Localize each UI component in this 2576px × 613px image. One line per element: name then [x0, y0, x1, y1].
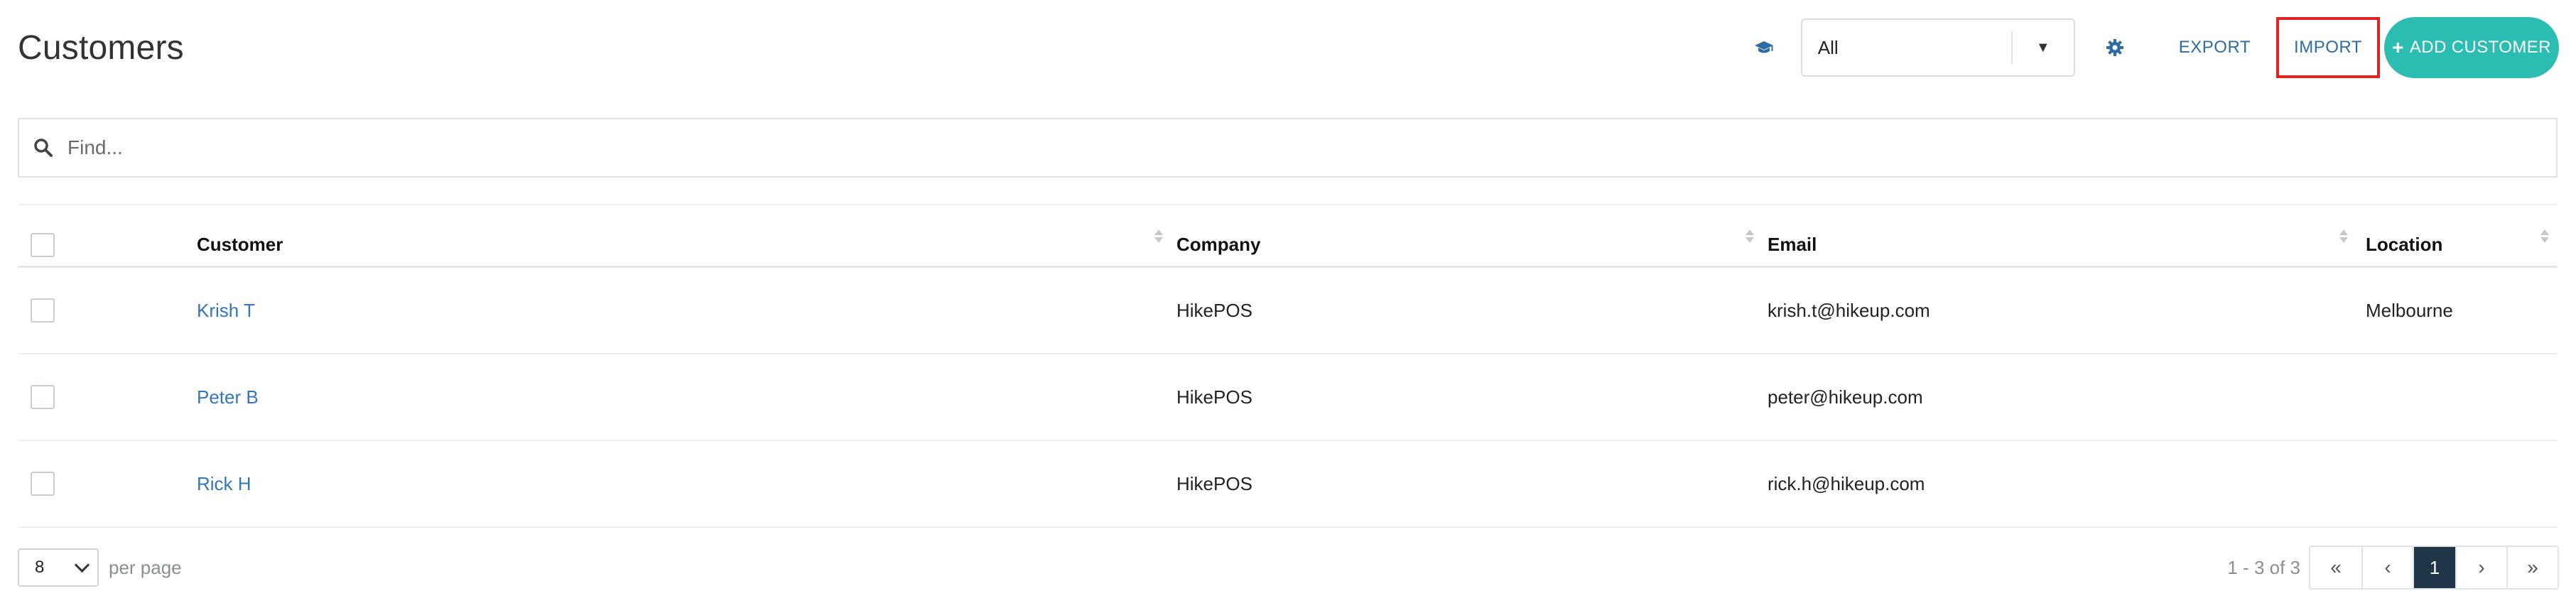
- customers-table: Customer Company Email Location Krish T: [18, 204, 2558, 528]
- pager: « ‹ 1 › »: [2309, 546, 2559, 590]
- search-bar: [18, 118, 2558, 178]
- customer-link[interactable]: Peter B: [197, 386, 259, 408]
- add-customer-label: ADD CUSTOMER: [2409, 38, 2551, 57]
- row-checkbox[interactable]: [31, 385, 55, 409]
- per-page-control: 8 per page: [18, 548, 182, 587]
- customer-link[interactable]: Krish T: [197, 300, 255, 322]
- sort-icon[interactable]: [1746, 229, 1754, 243]
- row-checkbox[interactable]: [31, 472, 55, 496]
- first-page-button[interactable]: «: [2310, 547, 2361, 588]
- sort-icon[interactable]: [2540, 229, 2549, 243]
- row-checkbox-cell: [31, 268, 55, 353]
- header-location[interactable]: Location: [2366, 205, 2442, 266]
- table-header: Customer Company Email Location: [18, 204, 2558, 268]
- header-checkbox-cell: [31, 205, 55, 266]
- current-page-button[interactable]: 1: [2413, 547, 2455, 588]
- header-email-label: Email: [1768, 234, 1817, 255]
- row-checkbox-cell: [31, 354, 55, 440]
- per-page-select[interactable]: 8: [18, 548, 99, 587]
- import-button[interactable]: IMPORT: [2276, 17, 2380, 78]
- chevron-down-icon: [74, 557, 90, 573]
- export-button[interactable]: EXPORT: [2160, 17, 2269, 78]
- add-customer-button[interactable]: + ADD CUSTOMER: [2384, 17, 2559, 78]
- email-cell: krish.t@hikeup.com: [1768, 299, 1930, 321]
- range-text: 1 - 3 of 3: [2227, 556, 2300, 578]
- search-icon: [33, 138, 53, 158]
- company-cell: HikePOS: [1176, 386, 1252, 408]
- table-row: Rick H HikePOS rick.h@hikeup.com: [18, 441, 2558, 528]
- per-page-label: per page: [109, 556, 182, 578]
- filter-select-value: All: [1817, 36, 1839, 58]
- email-cell: peter@hikeup.com: [1768, 386, 1923, 408]
- per-page-value: 8: [35, 558, 45, 577]
- customer-cell: Peter B: [197, 354, 259, 440]
- gear-icon[interactable]: [2095, 28, 2135, 67]
- header-location-label: Location: [2366, 234, 2443, 255]
- company-cell: HikePOS: [1176, 299, 1252, 321]
- customer-link[interactable]: Rick H: [197, 473, 251, 495]
- search-input[interactable]: [66, 126, 2556, 170]
- filter-select[interactable]: All ▼: [1800, 18, 2075, 77]
- header-company[interactable]: Company: [1176, 205, 1260, 266]
- select-all-checkbox[interactable]: [31, 232, 55, 257]
- table-row: Krish T HikePOS krish.t@hikeup.com Melbo…: [18, 268, 2558, 354]
- customer-cell: Krish T: [197, 268, 255, 353]
- location-cell: Melbourne: [2366, 299, 2453, 321]
- dropdown-arrow-icon[interactable]: ▼: [2013, 20, 2074, 75]
- email-cell: rick.h@hikeup.com: [1768, 472, 1925, 494]
- prev-page-button[interactable]: ‹: [2361, 547, 2413, 588]
- table-row: Peter B HikePOS peter@hikeup.com: [18, 354, 2558, 441]
- last-page-button[interactable]: »: [2506, 547, 2558, 588]
- row-checkbox-cell: [31, 441, 55, 526]
- header-customer[interactable]: Customer: [197, 205, 283, 266]
- customers-page: Customers All ▼ EXPORT IMPORT + ADD CUST…: [0, 0, 2576, 613]
- graduation-cap-icon[interactable]: [1744, 28, 1784, 67]
- next-page-button[interactable]: ›: [2455, 547, 2506, 588]
- plus-icon: +: [2392, 36, 2404, 58]
- header-email[interactable]: Email: [1768, 205, 1817, 266]
- header-customer-label: Customer: [197, 234, 283, 255]
- pagination: 1 - 3 of 3 « ‹ 1 › »: [2227, 546, 2559, 590]
- company-cell: HikePOS: [1176, 472, 1252, 494]
- page-title: Customers: [18, 29, 184, 67]
- row-checkbox[interactable]: [31, 298, 55, 322]
- customer-cell: Rick H: [197, 441, 251, 526]
- toolbar: All ▼ EXPORT IMPORT + ADD CUSTOMER: [1744, 17, 2559, 78]
- sort-icon[interactable]: [2339, 229, 2348, 243]
- sort-icon[interactable]: [1154, 229, 1163, 243]
- header-company-label: Company: [1176, 234, 1261, 255]
